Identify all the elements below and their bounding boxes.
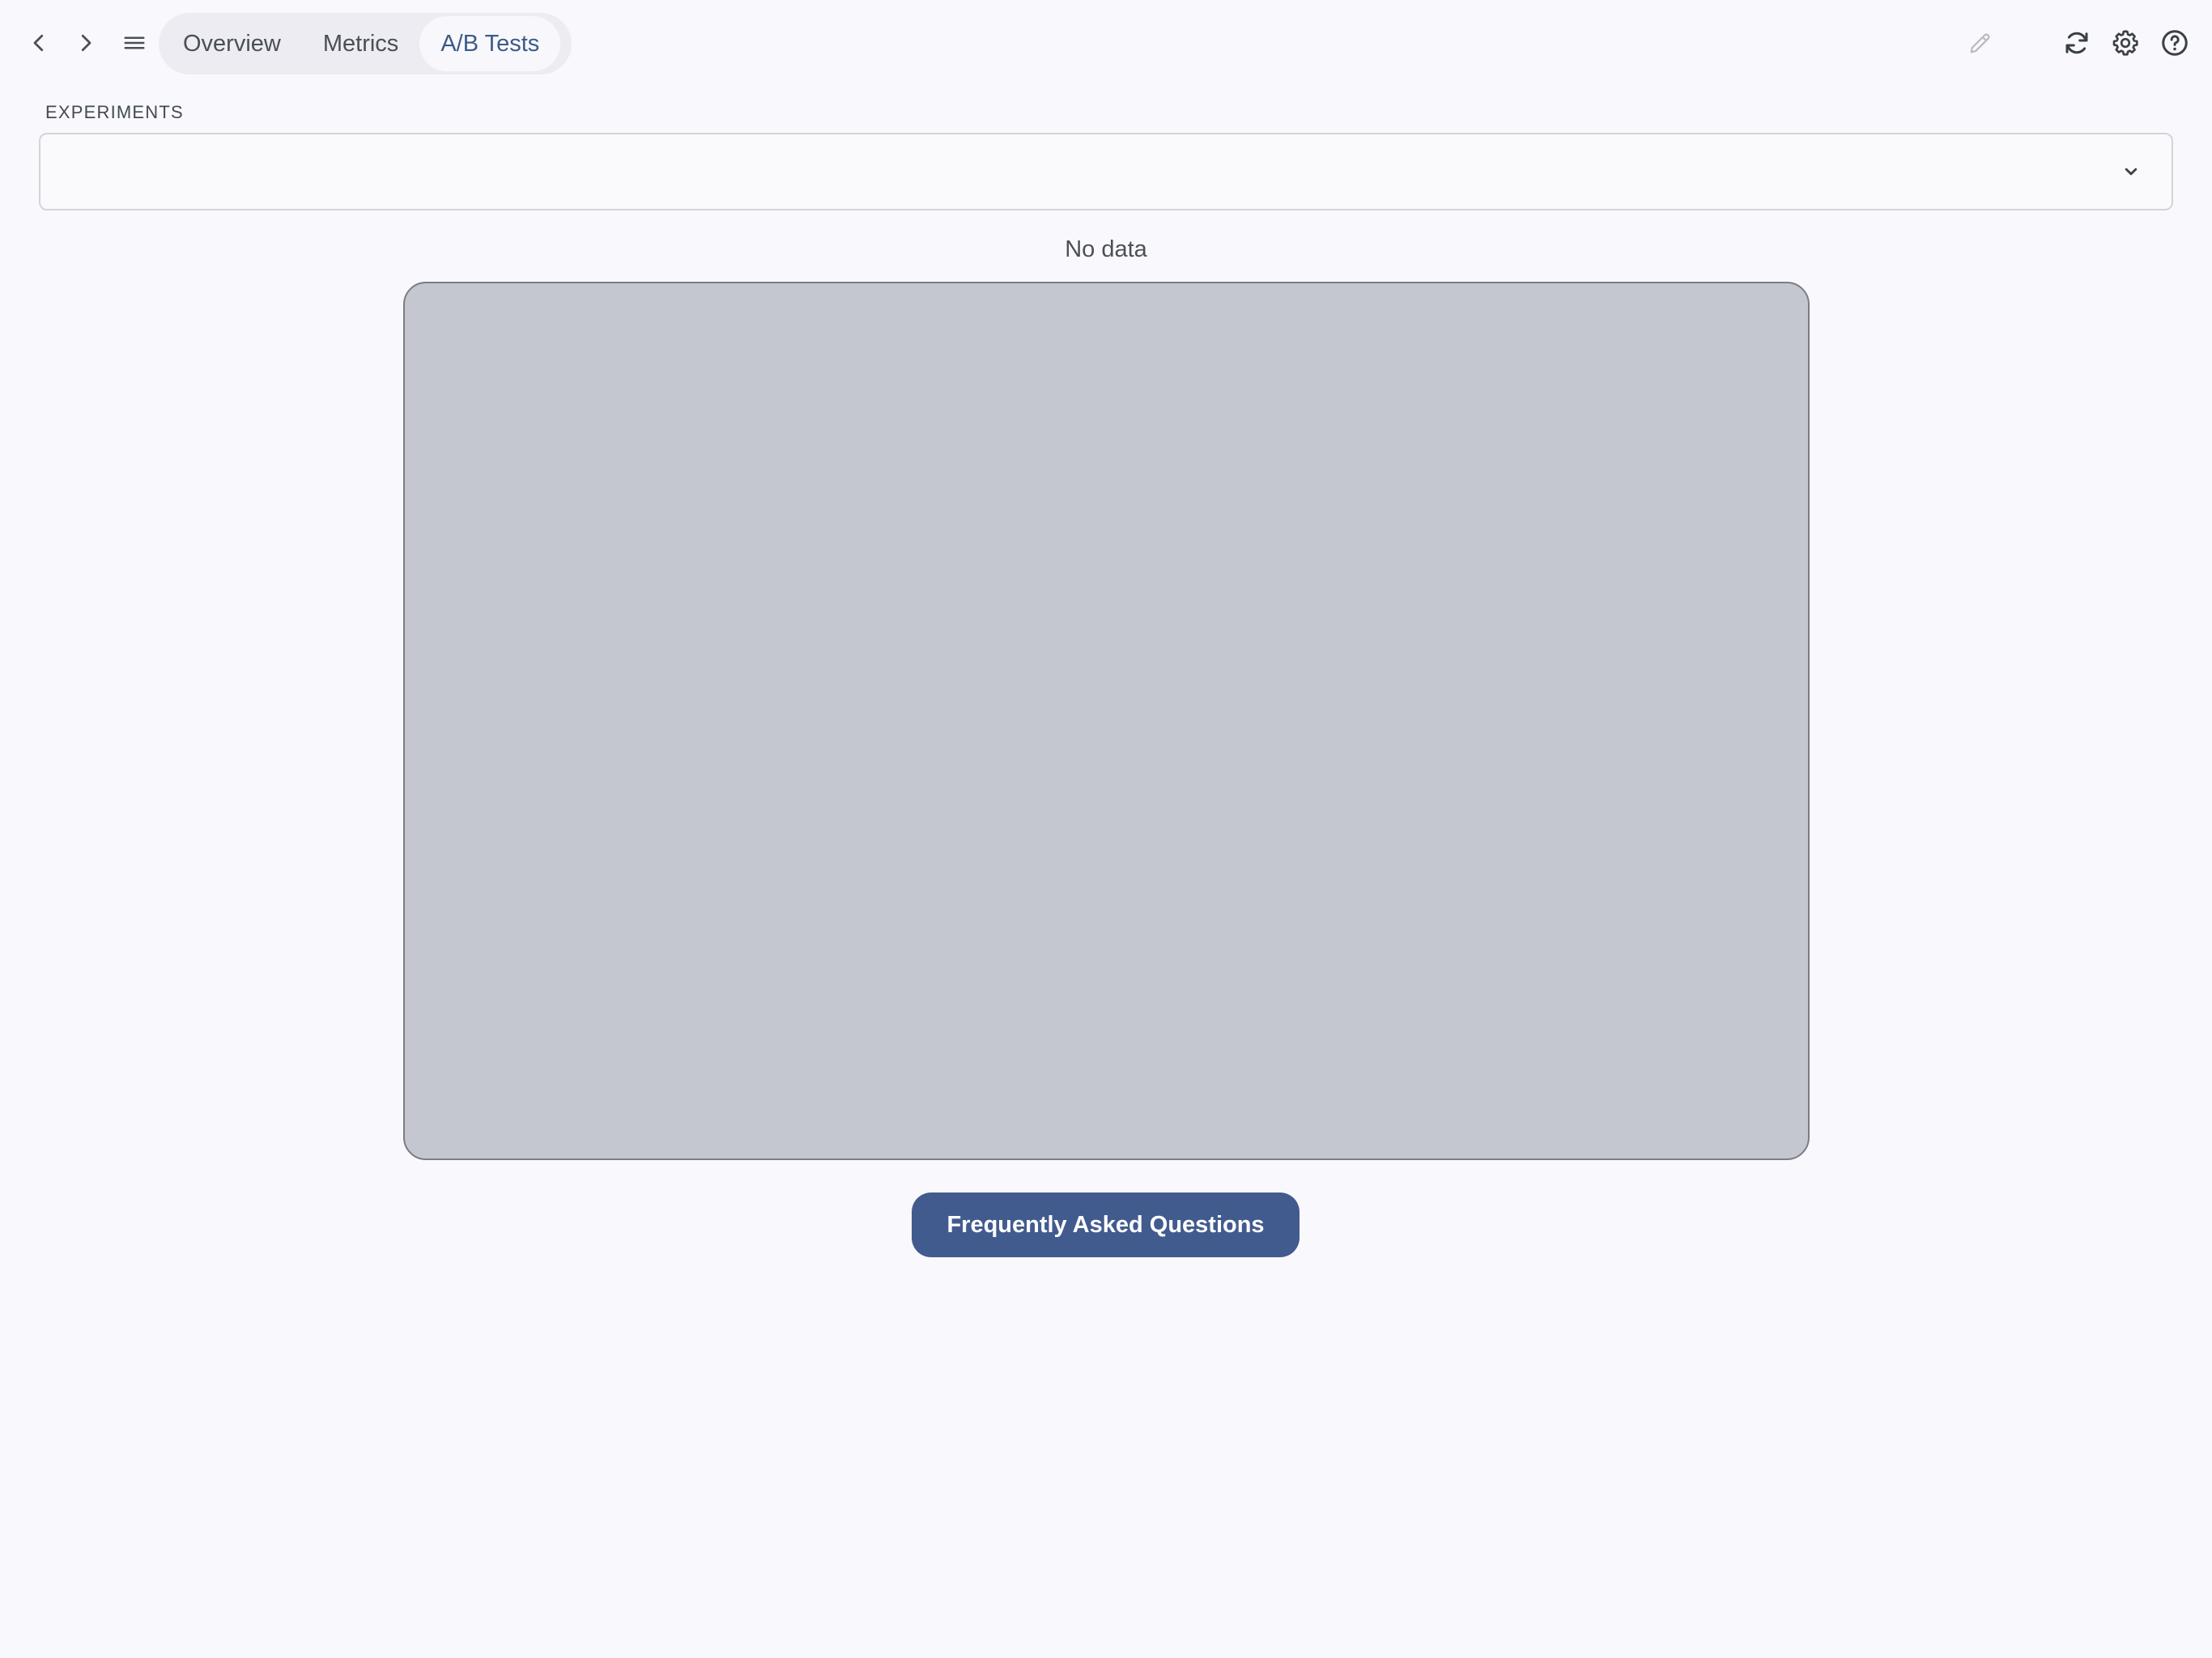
back-button[interactable] — [16, 20, 62, 66]
edit-button[interactable] — [1958, 20, 2003, 66]
faq-button[interactable]: Frequently Asked Questions — [912, 1192, 1300, 1257]
experiments-select[interactable] — [39, 133, 2173, 210]
experiments-label: EXPERIMENTS — [45, 102, 184, 122]
refresh-button[interactable] — [2054, 20, 2099, 66]
tab-metrics[interactable]: Metrics — [302, 16, 419, 71]
refresh-icon — [2065, 32, 2088, 54]
no-data-message: No data — [1065, 236, 1147, 262]
menu-button[interactable] — [112, 20, 157, 66]
tab-ab-tests[interactable]: A/B Tests — [419, 16, 561, 71]
tab-bar: Overview Metrics A/B Tests — [159, 13, 572, 74]
top-bar: Overview Metrics A/B Tests — [0, 0, 2212, 86]
hamburger-menu-icon — [124, 36, 145, 49]
pencil-icon — [1970, 33, 1990, 53]
help-circle-icon — [2162, 30, 2188, 56]
forward-button[interactable] — [63, 20, 108, 66]
settings-button[interactable] — [2103, 20, 2148, 66]
chevron-right-icon — [81, 34, 91, 52]
chevron-down-icon — [2125, 168, 2138, 176]
gear-icon — [2112, 30, 2138, 56]
chevron-left-icon — [33, 34, 44, 52]
help-button[interactable] — [2152, 20, 2197, 66]
chart-placeholder — [403, 282, 1810, 1160]
tab-overview[interactable]: Overview — [162, 16, 302, 71]
